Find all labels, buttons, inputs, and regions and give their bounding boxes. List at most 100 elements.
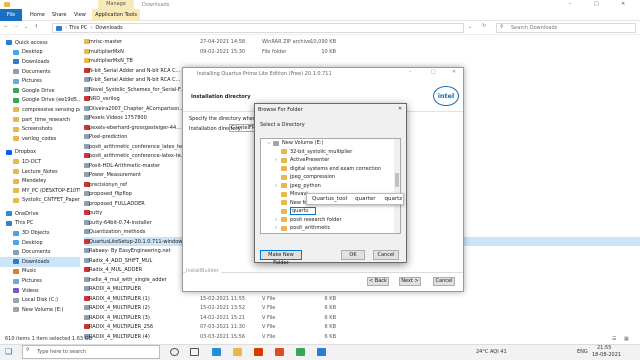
tiles-view-icon[interactable]: ▦ — [624, 336, 629, 342]
tab-share[interactable]: Share — [52, 9, 66, 21]
ime-suggestion[interactable]: Quartus_tool — [312, 196, 347, 202]
address-box[interactable]: › This PC › Downloads — [52, 23, 464, 33]
cancel-button[interactable]: Cancel — [373, 250, 399, 260]
nav-item[interactable]: Documents — [0, 67, 80, 77]
edge-icon[interactable] — [212, 348, 221, 356]
tree-scrollbar[interactable] — [394, 139, 400, 233]
tree-item[interactable]: › posit_arithmetic — [261, 224, 400, 233]
back-button[interactable]: < Back — [367, 277, 389, 286]
nav-item[interactable]: OneDrive — [0, 209, 80, 219]
nav-item[interactable]: Screenshots — [0, 124, 80, 134]
nav-item[interactable]: Pictures — [0, 276, 80, 286]
tab-application-tools[interactable]: Application Tools — [92, 9, 140, 21]
tree-item[interactable]: › jpeg_python — [261, 182, 400, 191]
cortana-icon[interactable] — [170, 348, 179, 356]
nav-item[interactable]: Quick access — [0, 38, 80, 48]
dropdown-chevron-icon[interactable]: ⌄ — [468, 24, 472, 30]
nav-item[interactable]: Mendeley — [0, 176, 80, 186]
nav-item[interactable]: Downloads — [0, 57, 80, 67]
nav-item[interactable]: Google Drive (ee19d5... — [0, 96, 80, 106]
clock-time[interactable]: 21:55 — [597, 345, 611, 351]
nav-item[interactable]: Documents — [0, 247, 80, 257]
cancel-button[interactable]: Cancel — [433, 277, 455, 286]
task-view-icon[interactable] — [190, 348, 199, 356]
nav-item[interactable]: This PC — [0, 219, 80, 229]
nav-item[interactable]: Desktop — [0, 238, 80, 248]
close-icon[interactable]: ✕ — [621, 1, 625, 7]
app-icon[interactable] — [317, 348, 326, 356]
nav-item[interactable]: Systolic_CNTFET_Paper — [0, 196, 80, 206]
dir-input[interactable]: C:\intelFPGA — [229, 124, 257, 132]
minimize-icon[interactable]: – — [569, 1, 572, 7]
tree-item[interactable]: › posit research folder — [261, 216, 400, 225]
nav-item[interactable]: 3D Objects — [0, 228, 80, 238]
next-button[interactable]: Next > — [399, 277, 421, 286]
close-icon[interactable]: ✕ — [452, 69, 456, 75]
nav-item[interactable]: Music — [0, 267, 80, 277]
nav-item[interactable]: part_time_research — [0, 115, 80, 125]
tree-item[interactable]: digital systems end exam correction — [261, 165, 400, 174]
tree-item[interactable]: jpeg_compression — [261, 173, 400, 182]
file-row[interactable]: mrisc-master 27-04-2021 14:58 WinRAR ZIP a… — [84, 37, 640, 47]
file-row[interactable]: RADIX_4_MULTIPLIER (3) 14-02-2021 15:21 V … — [84, 313, 640, 323]
nav-item-label: Desktop — [22, 49, 43, 56]
file-name: putty-64bit-0.74-installer — [89, 219, 152, 226]
refresh-icon[interactable]: ↻ — [482, 23, 486, 29]
windows-start-icon[interactable]: ❏ — [5, 347, 12, 356]
up-arrow-icon[interactable]: ↑ — [34, 24, 38, 30]
maximize-icon[interactable]: □ — [431, 69, 436, 75]
chrome-icon[interactable] — [275, 348, 284, 356]
file-explorer-icon[interactable] — [233, 348, 242, 356]
forward-arrow-icon[interactable]: → — [14, 24, 18, 30]
file-row[interactable]: RADIX_4_MULTIPLIER (1) 15-02-2021 11:55 V … — [84, 294, 640, 304]
make-new-folder-button[interactable]: Make New Folder — [260, 250, 302, 266]
tree-item[interactable]: quartu — [261, 207, 400, 216]
taskbar-search[interactable]: Type here to search — [22, 345, 160, 359]
file-row[interactable]: multiplierMxN 09-02-2021 15:30 File folder… — [84, 47, 640, 57]
tab-manage[interactable]: Manage — [98, 0, 134, 9]
nav-item[interactable]: Dropbox — [0, 148, 80, 158]
nav-item[interactable]: 1D-DCT — [0, 157, 80, 167]
details-view-icon[interactable]: ☰ — [612, 336, 616, 342]
file-row[interactable]: multiplierMxN_TB — [84, 56, 640, 66]
recent-chevron-icon[interactable]: ⌄ — [24, 24, 28, 30]
nav-item[interactable]: MY_PC (DESKTOP-E10TUC... — [0, 186, 80, 196]
rename-input[interactable]: quartu — [290, 207, 316, 216]
nav-item[interactable]: New Volume (E:) — [0, 305, 80, 315]
close-icon[interactable]: ✕ — [398, 106, 402, 112]
nav-item[interactable]: Lecture_Notes — [0, 167, 80, 177]
nav-item[interactable]: verilog_codes — [0, 134, 80, 144]
nav-item[interactable]: Pictures — [0, 76, 80, 86]
tab-home[interactable]: Home — [30, 9, 45, 21]
folder-icon — [281, 166, 287, 172]
tree-item[interactable]: Redimensionar... — [261, 233, 400, 234]
ime-suggestion[interactable]: quarter — [355, 196, 375, 202]
tree-item[interactable]: 32-bit_systolic_multiplier — [261, 148, 400, 157]
tree-item[interactable]: ⌵ New Volume (E:) — [261, 139, 400, 148]
clock-date[interactable]: 18-08-2021 — [592, 352, 621, 358]
ok-button[interactable]: OK — [341, 250, 365, 260]
tree-item[interactable]: › ActivePresenter — [261, 156, 400, 165]
back-arrow-icon[interactable]: ← — [4, 24, 8, 30]
ime-suggestion[interactable]: quartz — [385, 196, 403, 202]
weather-text[interactable]: 24°C AQI 41 — [476, 349, 507, 355]
nav-item[interactable]: Google Drive — [0, 86, 80, 96]
tab-view[interactable]: View — [74, 9, 86, 21]
search-input[interactable]: Search Downloads — [496, 23, 636, 33]
breadcrumb-this-pc[interactable]: This PC — [69, 25, 87, 31]
office-icon[interactable] — [254, 348, 263, 356]
file-row[interactable]: RADIX_4_MULTIPLIER_256 07-03-2021 11:30 V … — [84, 322, 640, 332]
nav-item[interactable]: Videos — [0, 286, 80, 296]
nav-item[interactable]: Downloads — [0, 257, 80, 267]
tab-file[interactable]: File — [0, 9, 22, 21]
nav-item[interactable]: compressive sensing pap — [0, 105, 80, 115]
app-icon[interactable] — [296, 348, 305, 356]
maximize-icon[interactable]: □ — [594, 1, 599, 7]
file-name: radix_4_mul_with_single_adder — [89, 276, 167, 283]
nav-item[interactable]: Desktop — [0, 48, 80, 58]
nav-item[interactable]: Local Disk (C:) — [0, 295, 80, 305]
language-indicator[interactable]: ENG — [577, 349, 588, 355]
file-row[interactable]: RADIX_4_MULTIPLIER (2) 15-02-2021 13:52 V … — [84, 303, 640, 313]
breadcrumb-downloads[interactable]: Downloads — [95, 25, 122, 31]
minimize-icon[interactable]: – — [409, 69, 412, 75]
